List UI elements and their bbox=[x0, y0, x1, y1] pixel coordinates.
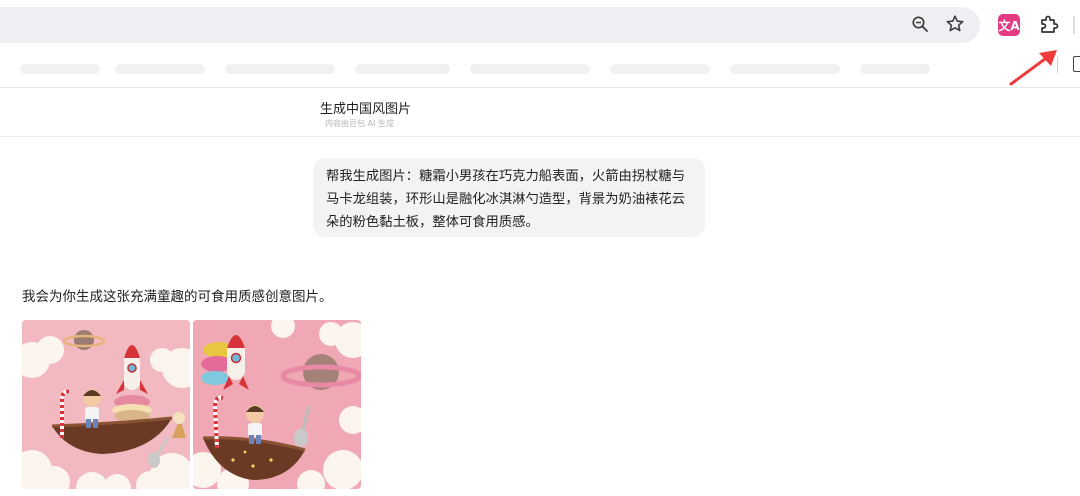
bookmark-item[interactable] bbox=[470, 64, 590, 74]
bookmark-item[interactable] bbox=[610, 64, 710, 74]
toolbar-divider bbox=[1073, 16, 1075, 34]
address-bar[interactable] bbox=[0, 7, 980, 43]
ai-generated-notice: 内容由豆包 AI 生成 bbox=[325, 119, 394, 128]
bookmark-item[interactable] bbox=[355, 64, 450, 74]
annotation-arrow-icon bbox=[1009, 50, 1057, 86]
browser-toolbar: 文A bbox=[0, 0, 1080, 52]
generated-image-2[interactable] bbox=[193, 320, 361, 489]
bookmark-item[interactable] bbox=[225, 64, 335, 74]
bookmark-item[interactable] bbox=[860, 64, 930, 74]
assistant-message-text: 我会为你生成这张充满童趣的可食用质感创意图片。 bbox=[22, 289, 333, 305]
conversation-header: 生成中国风图片 内容由豆包 AI 生成 bbox=[0, 88, 1080, 137]
bookmark-item[interactable] bbox=[115, 64, 205, 74]
bookmark-item[interactable] bbox=[20, 64, 100, 74]
bookmark-item[interactable] bbox=[730, 64, 840, 74]
extensions-puzzle-icon[interactable] bbox=[1037, 13, 1061, 37]
user-message-bubble: 帮我生成图片：糖霜小男孩在巧克力船表面，火箭由拐杖糖与马卡龙组装，环形山是融化冰… bbox=[313, 158, 705, 237]
conversation-title[interactable]: 生成中国风图片 bbox=[320, 98, 411, 117]
bookmark-star-icon[interactable] bbox=[944, 13, 966, 35]
translate-badge: 文A bbox=[998, 18, 1020, 33]
bookmarks-bar bbox=[0, 52, 1080, 88]
side-panel-icon[interactable] bbox=[1073, 56, 1080, 72]
generated-image-1[interactable] bbox=[22, 320, 190, 489]
user-message-text: 帮我生成图片：糖霜小男孩在巧克力船表面，火箭由拐杖糖与马卡龙组装，环形山是融化冰… bbox=[326, 169, 686, 230]
zoom-icon[interactable] bbox=[909, 13, 931, 35]
translate-extension-icon[interactable]: 文A bbox=[998, 14, 1020, 36]
